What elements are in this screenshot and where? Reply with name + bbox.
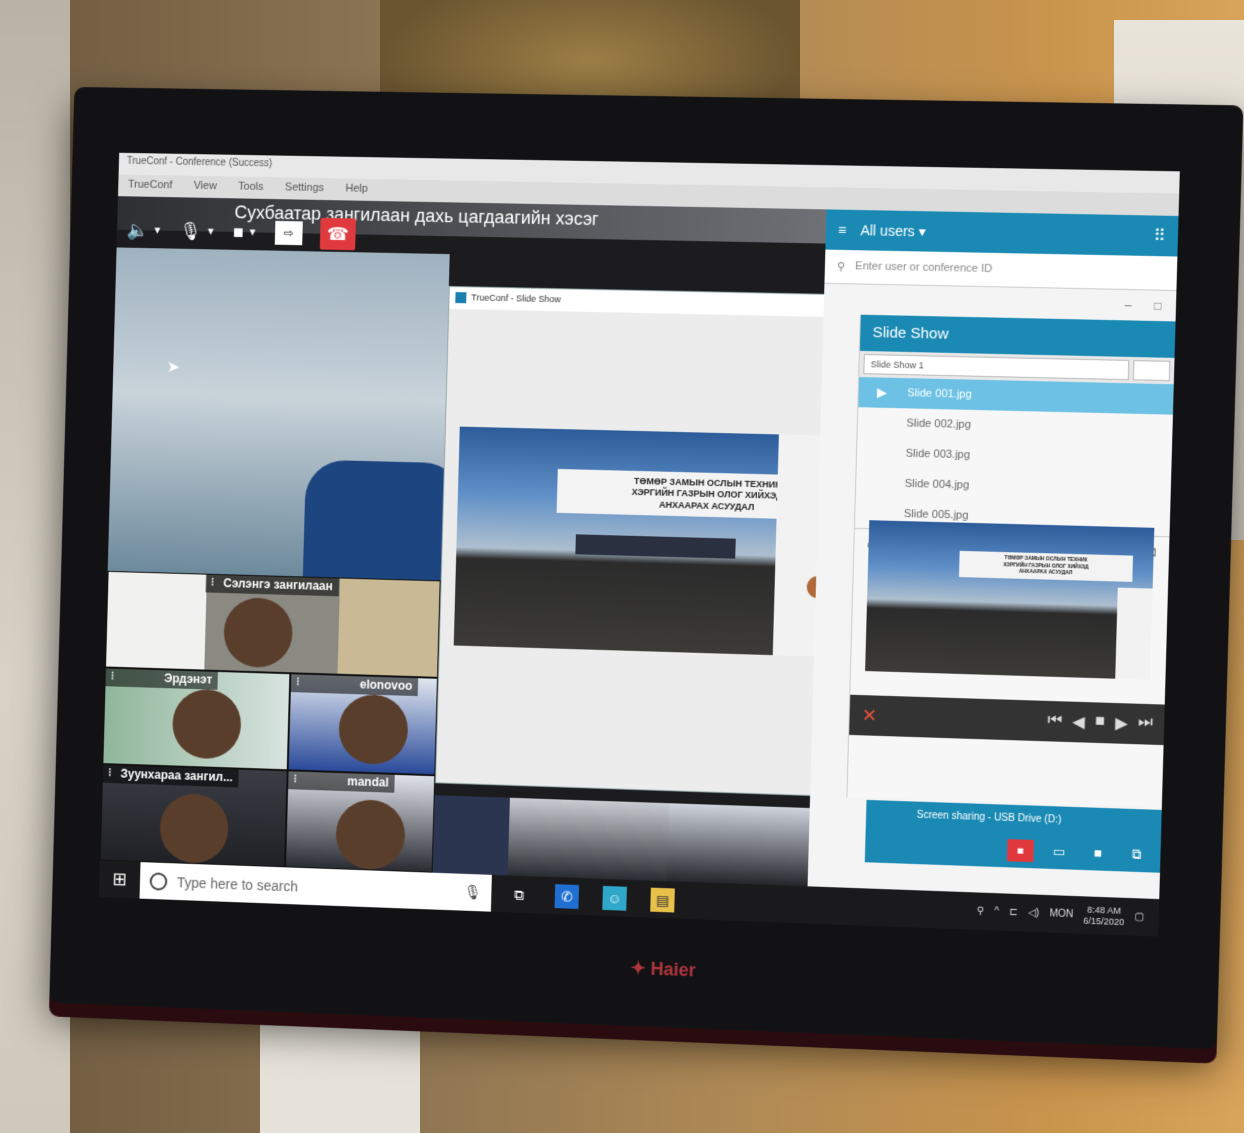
train-image bbox=[575, 534, 736, 559]
participant-video[interactable] bbox=[667, 803, 810, 887]
last-slide-icon[interactable]: ⏭ bbox=[1138, 714, 1153, 735]
system-tray: ⚲ ^ ⊏ ◁) MON 8:48 AM 6/15/2020 ▢ bbox=[976, 900, 1159, 929]
menu-settings[interactable]: Settings bbox=[285, 181, 324, 196]
speaker-icon[interactable]: 🔈 ▼ bbox=[127, 220, 163, 241]
participant-tile[interactable]: Зуунхараа зангил... bbox=[99, 764, 288, 868]
clock-time: 8:48 AM bbox=[1087, 904, 1122, 916]
share-camera-icon[interactable]: ■ bbox=[1084, 842, 1111, 865]
slide-playback-bar: ✕ ⏮ ◀ ■ ▶ ⏭ bbox=[849, 694, 1166, 746]
slide-list: Slide 001.jpg Slide 002.jpg Slide 003.jp… bbox=[855, 377, 1174, 536]
participant-video[interactable] bbox=[507, 797, 670, 882]
people-icon[interactable]: ⚲ bbox=[977, 906, 985, 917]
minimize-icon[interactable]: – bbox=[1125, 298, 1132, 312]
slide-show-name-button[interactable] bbox=[1132, 360, 1171, 382]
slide-show-name-field[interactable]: Slide Show 1 bbox=[863, 354, 1130, 381]
window-buttons: – □ bbox=[1125, 298, 1162, 313]
call-controls: 🔈 ▼ 🎙 ▼ ■ ▼ ⇨ ☎ bbox=[117, 212, 431, 254]
participant-label: Эрдэнэт bbox=[105, 668, 219, 690]
clock[interactable]: 8:48 AM 6/15/2020 bbox=[1083, 904, 1125, 927]
monitor-stand bbox=[260, 1010, 420, 1133]
task-view-icon[interactable]: ⧉ bbox=[507, 882, 531, 907]
stop-icon[interactable]: ■ bbox=[1095, 713, 1105, 734]
main-video[interactable]: ➤ bbox=[107, 247, 464, 593]
speaker-figure bbox=[302, 459, 464, 593]
menu-view[interactable]: View bbox=[193, 180, 217, 194]
menu-icon[interactable]: ≡ bbox=[838, 222, 847, 238]
taskbar-search-input[interactable]: Type here to search bbox=[177, 874, 298, 894]
microphone-icon[interactable]: 🎙 ▼ bbox=[179, 221, 215, 242]
cortana-icon bbox=[149, 871, 168, 891]
clock-date: 6/15/2020 bbox=[1083, 915, 1125, 927]
users-dropdown[interactable]: All users ▾ bbox=[860, 222, 926, 240]
stop-slideshow-icon[interactable]: ✕ bbox=[862, 705, 878, 727]
participant-tile[interactable]: Эрдэнэт bbox=[102, 667, 291, 771]
microphone-icon[interactable]: 🎙 bbox=[464, 884, 482, 902]
participant-tile[interactable]: elonovoo bbox=[287, 673, 438, 776]
share-content-icon[interactable]: ⧉ bbox=[1123, 843, 1150, 866]
stop-sharing-icon[interactable]: ⏹ bbox=[1006, 839, 1034, 863]
language-indicator[interactable]: MON bbox=[1049, 908, 1073, 920]
messenger-app-icon[interactable]: ☺ bbox=[602, 885, 627, 911]
participant-label: mandal bbox=[288, 771, 395, 793]
next-slide-icon[interactable]: ▶ bbox=[1115, 713, 1128, 734]
monitor: TrueConf - Conference (Success) TrueConf… bbox=[49, 86, 1244, 1050]
hangup-icon[interactable]: ☎ bbox=[319, 217, 356, 251]
prev-slide-icon[interactable]: ◀ bbox=[1072, 712, 1085, 733]
volume-icon[interactable]: ◁) bbox=[1028, 907, 1040, 919]
menu-tools[interactable]: Tools bbox=[238, 181, 263, 195]
notification-icon[interactable]: ▢ bbox=[1135, 911, 1145, 922]
share-screen-icon[interactable]: ⇨ bbox=[274, 220, 303, 246]
camera-icon[interactable]: ■ ▼ bbox=[233, 222, 258, 243]
menu-trueconf[interactable]: TrueConf bbox=[128, 179, 173, 194]
right-panel: ≡ All users ▾ ⠿ ⚲ Enter user or conferen… bbox=[806, 209, 1179, 937]
preview-side bbox=[1115, 587, 1153, 680]
brand-name: Haier bbox=[650, 958, 697, 981]
participant-tile[interactable]: Сэлэнгэ зангилаан bbox=[105, 570, 441, 678]
screen-sharing-label: Screen sharing - USB Drive (D:) bbox=[916, 809, 1062, 826]
slide-preview: ТӨМӨР ЗАМЫН ОСЛЫН ТЕХНИК ХЭРГИЙН ГАЗРЫН … bbox=[865, 520, 1155, 680]
participant-tile[interactable]: mandal bbox=[284, 770, 436, 873]
taskbar-apps: ⧉ ✆ ☺ ▤ bbox=[507, 882, 675, 913]
menu-help[interactable]: Help bbox=[345, 183, 368, 197]
current-slide: ТӨМӨР ЗАМЫН ОСЛЫН ТЕХНИК ХЭРГИЙН ГАЗРЫН … bbox=[453, 426, 859, 656]
dialpad-icon[interactable]: ⠿ bbox=[1153, 226, 1166, 247]
user-search[interactable]: ⚲ Enter user or conference ID bbox=[824, 249, 1178, 292]
users-bar: ≡ All users ▾ ⠿ bbox=[825, 209, 1179, 257]
slide-show-panel: Slide Show Slide Show 1 Slide 001.jpg Sl… bbox=[846, 314, 1176, 808]
screen: TrueConf - Conference (Success) TrueConf… bbox=[98, 152, 1180, 937]
trueconf-app-icon[interactable]: ✆ bbox=[554, 883, 580, 909]
tray-chevron-icon[interactable]: ^ bbox=[994, 906, 999, 917]
participant-video[interactable] bbox=[432, 795, 510, 876]
network-icon[interactable]: ⊏ bbox=[1009, 907, 1018, 918]
first-slide-icon[interactable]: ⏮ bbox=[1047, 711, 1062, 732]
maximize-icon[interactable]: □ bbox=[1154, 299, 1162, 313]
preview-caption: ТӨМӨР ЗАМЫН ОСЛЫН ТЕХНИК ХЭРГИЙН ГАЗРЫН … bbox=[958, 550, 1134, 582]
share-window-icon[interactable]: ▭ bbox=[1046, 840, 1073, 863]
monitor-brand-logo: ✦ Haier bbox=[630, 957, 697, 981]
user-search-input[interactable]: Enter user or conference ID bbox=[855, 260, 992, 276]
users-label: All users bbox=[860, 221, 915, 239]
search-icon: ⚲ bbox=[836, 260, 846, 274]
windows-start-icon[interactable]: ⊞ bbox=[99, 868, 140, 890]
slide-window-title: TrueConf - Slide Show bbox=[449, 286, 886, 319]
mouse-cursor-icon: ➤ bbox=[166, 359, 181, 377]
file-explorer-icon[interactable]: ▤ bbox=[650, 887, 675, 913]
